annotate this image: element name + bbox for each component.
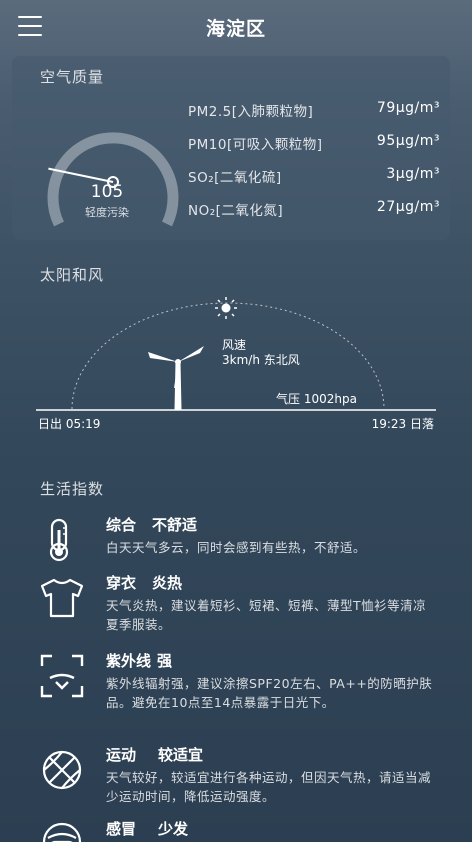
life-item-desc: 紫外线辐射强，建议涂擦SPF20左右、PA++的防晒护肤品。避免在10点至14点… — [106, 676, 433, 710]
pollutant-row: NO₂[二氧化氮] 27μg/m³ — [188, 199, 440, 232]
life-item-name: 紫外线 — [106, 652, 152, 670]
mask-face-icon — [42, 822, 82, 842]
life-item-name: 穿衣 — [106, 574, 137, 592]
life-item-level: 强 — [157, 652, 173, 670]
sun-wind-title: 太阳和风 — [40, 266, 105, 284]
life-item-level: 少发 — [158, 820, 189, 838]
pressure-value: 气压 1002hpa — [276, 392, 357, 406]
aqi-value: 105 — [90, 182, 124, 202]
life-index-title: 生活指数 — [40, 480, 105, 498]
life-item-level: 炎热 — [152, 574, 183, 592]
wind-label: 风速 — [222, 338, 247, 352]
wind-turbine-icon — [148, 346, 204, 410]
life-item-level: 不舒适 — [152, 516, 198, 534]
air-quality-title: 空气质量 — [40, 68, 105, 86]
air-quality-card: 空气质量 105 轻度污染 PM2.5[入肺颗粒物] 79μg/m³ PM10[… — [12, 56, 450, 240]
life-item-heading: 穿衣 炎热 — [106, 572, 182, 593]
uv-scan-icon — [40, 654, 84, 698]
sunrise-time: 日出 05:19 — [38, 417, 101, 431]
thermometer-icon — [49, 518, 69, 562]
pollutant-value: 95μg/m³ — [376, 133, 440, 149]
life-item-name: 运动 — [106, 746, 137, 764]
life-item-heading: 综合 不舒适 — [106, 514, 197, 535]
life-item-heading: 紫外线强 — [106, 650, 172, 671]
life-item-desc: 天气炎热，建议着短衫、短裙、短裤、薄型T恤衫等清凉夏季服装。 — [106, 598, 427, 632]
life-item-desc: 白天天气多云，同时会感到有些热，不舒适。 — [106, 540, 367, 555]
app-header: 海淀区 — [0, 0, 472, 52]
pollutant-name: PM10[可吸入颗粒物] — [188, 137, 323, 153]
pollutant-row: SO₂[二氧化硫] 3μg/m³ — [188, 166, 440, 199]
life-item-heading: 感冒 少发 — [106, 818, 188, 839]
life-item-name: 感冒 — [106, 820, 137, 838]
tshirt-icon — [40, 578, 84, 618]
pollutant-name: SO₂[二氧化硫] — [188, 170, 282, 186]
pollutant-value: 79μg/m³ — [376, 100, 440, 116]
pollutant-name: NO₂[二氧化氮] — [188, 203, 284, 219]
pollutant-value: 27μg/m³ — [376, 199, 440, 215]
life-item-name: 综合 — [106, 516, 137, 534]
life-item-desc: 天气较好，较适宜进行各种运动，但因天气热，请适当减少运动时间，降低运动强度。 — [106, 770, 432, 804]
life-item-level: 较适宜 — [158, 746, 204, 764]
pollutant-name: PM2.5[入肺颗粒物] — [188, 104, 314, 120]
basketball-icon — [42, 750, 82, 790]
life-item-heading: 运动 较适宜 — [106, 744, 203, 765]
sun-icon — [215, 297, 237, 319]
pollutant-value: 3μg/m³ — [386, 166, 440, 182]
pollutant-row: PM10[可吸入颗粒物] 95μg/m³ — [188, 133, 440, 166]
aqi-level: 轻度污染 — [85, 206, 129, 219]
page-title: 海淀区 — [205, 18, 266, 40]
pollutant-row: PM2.5[入肺颗粒物] 79μg/m³ — [188, 100, 440, 133]
wind-value: 3km/h 东北风 — [222, 353, 300, 367]
sunset-time: 19:23 日落 — [371, 417, 434, 431]
wind-info: 风速 3km/h 东北风 — [222, 338, 300, 368]
pollutant-list: PM2.5[入肺颗粒物] 79μg/m³ PM10[可吸入颗粒物] 95μg/m… — [188, 100, 440, 232]
